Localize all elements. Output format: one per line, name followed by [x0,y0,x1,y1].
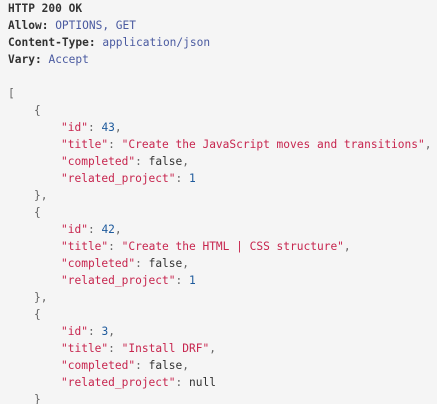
response-headers: HTTP 200 OK Allow: OPTIONS, GET Content-… [8,0,437,68]
header-value: Accept [48,53,89,66]
json-field-completed: "completed": false, [61,155,190,168]
header-allow: Allow: OPTIONS, GET [8,17,437,34]
json-object-open: { [34,206,41,219]
json-field-completed: "completed": false, [61,359,190,372]
header-name: Content-Type: [8,36,96,49]
json-field-title: "title": "Install DRF", [61,342,216,355]
json-field-id: "id": 3, [61,325,115,338]
json-body: [ { "id": 43, "title": "Create the JavaS… [8,85,437,404]
header-name: Vary: [8,53,42,66]
json-object-close: } [34,393,41,404]
json-field-title: "title": "Create the JavaScript moves an… [61,138,432,151]
header-name: Allow: [8,19,49,32]
json-object-open: { [34,308,41,321]
json-object-close: }, [34,189,48,202]
json-open-bracket: [ [8,87,15,100]
header-value: application/json [102,36,211,49]
json-field-completed: "completed": false, [61,257,190,270]
json-object-open: { [34,104,41,117]
json-field-related-project: "related_project": null [61,376,216,389]
header-vary: Vary: Accept [8,51,437,68]
header-value: OPTIONS, GET [55,19,137,32]
json-field-related-project: "related_project": 1 [61,172,196,185]
api-response-view: HTTP 200 OK Allow: OPTIONS, GET Content-… [0,0,437,404]
json-object-close: }, [34,291,48,304]
json-field-id: "id": 43, [61,121,122,134]
header-content-type: Content-Type: application/json [8,34,437,51]
status-line: HTTP 200 OK [8,2,83,15]
json-field-related-project: "related_project": 1 [61,274,196,287]
json-field-id: "id": 42, [61,223,122,236]
json-field-title: "title": "Create the HTML | CSS structur… [61,240,351,253]
